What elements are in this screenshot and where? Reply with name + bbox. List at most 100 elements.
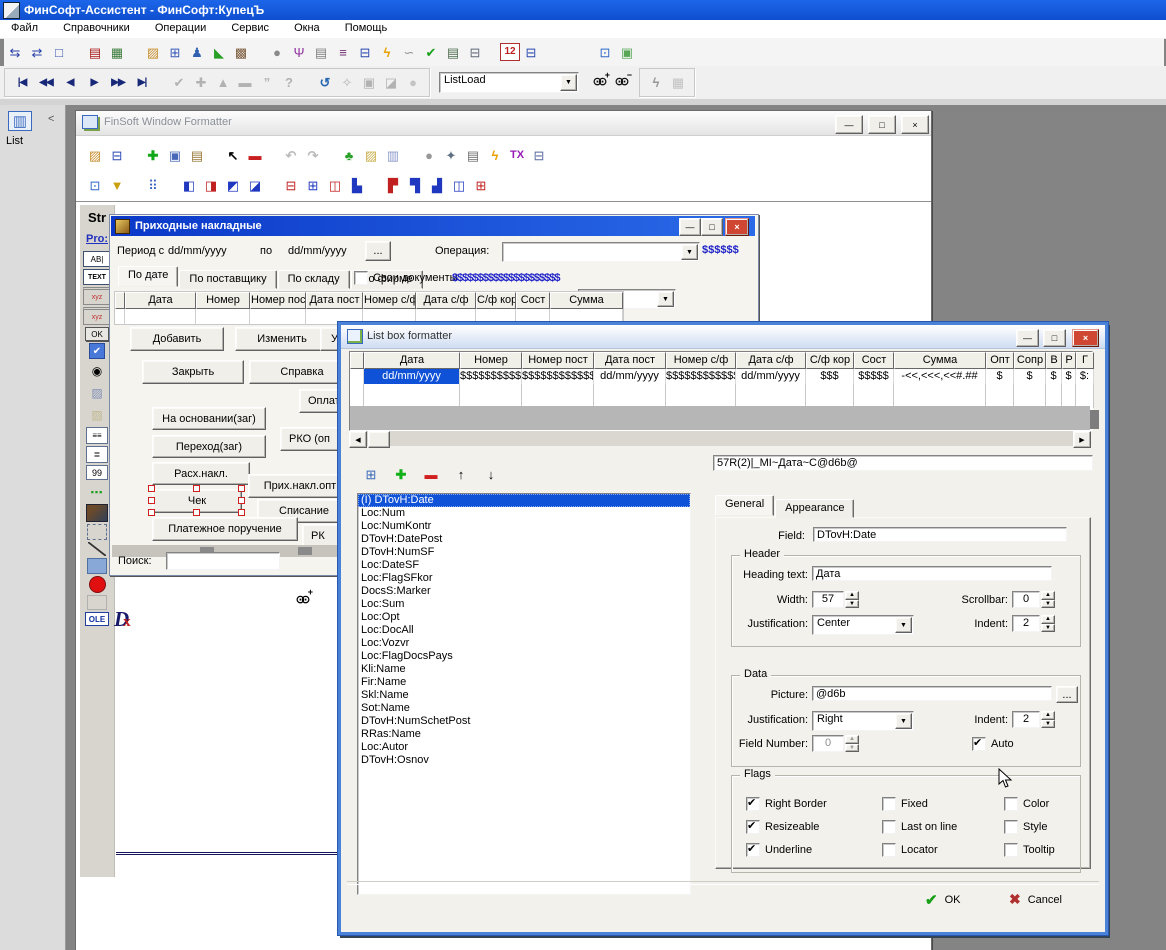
prih-column[interactable]: Номер с/ф — [363, 292, 416, 324]
nav-first-icon[interactable]: |◀ — [10, 72, 34, 94]
checkbox-box[interactable] — [746, 797, 760, 811]
na-osnovanii-button[interactable]: На основании(заг) — [152, 407, 266, 430]
checkbox-box[interactable] — [354, 271, 368, 285]
column-sample-value[interactable]: $$$ — [806, 369, 854, 384]
image-settings-icon[interactable]: ▣ — [616, 41, 638, 63]
prih-titlebar[interactable]: Приходные накладные — □ × — [111, 216, 755, 236]
column-sample-value[interactable] — [350, 369, 364, 384]
data-indent-value[interactable]: 2 — [1012, 711, 1040, 728]
center-vert-icon[interactable]: ⊟ — [280, 174, 302, 196]
space-horiz-icon[interactable]: ▙ — [346, 174, 368, 196]
field-list-item[interactable]: Loc:DocAll — [358, 624, 690, 637]
nav-next-icon[interactable]: ▶ — [82, 72, 106, 94]
column-header[interactable]: Номер пост — [250, 292, 306, 309]
field-list-item[interactable]: DTovH:DatePost — [358, 533, 690, 546]
rash-nakl-button[interactable]: Расх.накл. — [152, 462, 250, 485]
checkbox-box[interactable] — [882, 843, 896, 857]
size-height-icon[interactable]: ▜ — [404, 174, 426, 196]
selection-handle[interactable] — [238, 497, 245, 504]
column-header[interactable]: Опт — [986, 352, 1014, 369]
palette-folder-icon[interactable]: ▨ — [84, 405, 110, 425]
column-header[interactable] — [115, 292, 125, 309]
flag-checkbox[interactable]: Locator — [882, 838, 1004, 861]
platezhnoe-button[interactable]: Платежное поручение — [152, 517, 298, 541]
field-list-item[interactable]: DTovH:Osnov — [358, 754, 690, 767]
scroll-left-icon[interactable]: ◀ — [349, 431, 367, 448]
menu-windows[interactable]: Окна — [283, 20, 331, 36]
ellipse-icon[interactable]: ● — [402, 72, 424, 94]
dock-collapse-button[interactable]: < — [48, 113, 54, 125]
abacus-icon[interactable]: Ψ — [288, 41, 310, 63]
auto-checkbox[interactable]: Auto — [972, 737, 1014, 751]
palette-groupbox[interactable]: xyz — [83, 287, 111, 305]
menu-directories[interactable]: Справочники — [52, 20, 141, 36]
cursor-icon[interactable]: ↖ — [222, 144, 244, 166]
column-header[interactable]: Дата с/ф — [736, 352, 806, 369]
prih-column[interactable]: Номер — [196, 292, 250, 324]
column-header[interactable]: Сост — [854, 352, 894, 369]
grid-dots-icon[interactable]: ⠿ — [142, 174, 164, 196]
page-new-icon[interactable]: □ — [48, 41, 70, 63]
scroll-thumb[interactable] — [368, 431, 390, 448]
chevron-down-icon[interactable]: ▼ — [560, 74, 577, 91]
column-sample-value[interactable]: $ — [1046, 369, 1062, 384]
heading-text-input[interactable]: Дата — [812, 566, 1052, 581]
form-line-element[interactable] — [116, 852, 338, 855]
help-icon[interactable]: ? — [278, 72, 300, 94]
field-list-item[interactable]: Loc:FlagSFkor — [358, 572, 690, 585]
palette-button[interactable]: OK — [85, 327, 109, 341]
izmenit-button[interactable]: Изменить — [235, 327, 329, 351]
selection-handle[interactable] — [148, 497, 155, 504]
open-book-icon[interactable]: ≡ — [332, 41, 354, 63]
column-header[interactable]: Номер — [460, 352, 522, 369]
column-sample-value[interactable]: $: — [1076, 369, 1094, 384]
column-header[interactable]: Сопр — [1014, 352, 1046, 369]
palette-progress-icon[interactable]: ▪▪▪ — [84, 482, 110, 502]
palette-edit-field[interactable]: AB| — [83, 251, 111, 267]
columns-layout-icon[interactable]: ⊞ — [359, 463, 383, 485]
data-indent-spinner[interactable]: 2 ▲▼ — [1012, 711, 1055, 728]
tree-icon[interactable]: ♣ — [338, 144, 360, 166]
flash-find-icon[interactable]: ϟ — [645, 72, 667, 94]
edit-up-icon[interactable]: ▲ — [212, 72, 234, 94]
column-header[interactable] — [350, 352, 364, 369]
column-sample-value[interactable]: dd/mm/yyyy — [364, 369, 460, 384]
shrink-icon[interactable]: ⊞ — [470, 174, 492, 196]
column-sample-value[interactable]: $$$$$$$$$$$$ — [666, 369, 736, 384]
scroll-track[interactable] — [390, 431, 1073, 446]
field-list[interactable]: (I) DTovH:DateLoc:NumLoc:NumKontrDTovH:D… — [357, 493, 691, 895]
selection-handle[interactable] — [148, 485, 155, 492]
width-spinner[interactable]: 57 ▲▼ — [812, 591, 859, 608]
selection-handle[interactable] — [193, 509, 200, 516]
folder-icon[interactable]: ▨ — [360, 144, 382, 166]
field-list-item[interactable]: Loc:Vozvr — [358, 637, 690, 650]
column-sample-value[interactable]: $$$$$$$$$$$$ — [522, 369, 594, 384]
palette-spinner-icon[interactable]: 99 — [86, 465, 108, 480]
field-list-item[interactable]: Loc:Num — [358, 507, 690, 520]
column-sample-value[interactable]: dd/mm/yyyy — [594, 369, 666, 384]
chevron-down-icon[interactable]: ▼ — [895, 617, 912, 633]
document-bug-icon[interactable]: ▤ — [442, 41, 464, 63]
minimize-button[interactable]: — — [835, 115, 863, 134]
prih-column[interactable]: Дата — [125, 292, 196, 324]
note-icon[interactable]: ▤ — [310, 41, 332, 63]
find-plus-icon[interactable]: ⊙⊙+ — [587, 72, 609, 94]
formatter-titlebar[interactable]: FinSoft Window Formatter — □ × — [76, 111, 931, 136]
operation-combo[interactable]: ▼ — [502, 242, 700, 262]
calendar-12-icon[interactable]: 12 — [500, 43, 520, 61]
remove-field-icon[interactable]: ▬ — [419, 463, 443, 485]
nav-fast-next-icon[interactable]: ▶▶ — [106, 72, 130, 94]
add-icon[interactable]: ✚ — [142, 144, 164, 166]
picture-browse-button[interactable]: ... — [1056, 686, 1078, 703]
column-header[interactable]: Дата — [364, 352, 460, 369]
insert-icon[interactable]: ✚ — [190, 72, 212, 94]
flag-checkbox[interactable]: Underline — [746, 838, 882, 861]
dialog-titlebar[interactable]: List box formatter — □ × — [341, 325, 1105, 349]
column-header[interactable]: С/ф кор — [476, 292, 516, 309]
flag-checkbox[interactable]: Resizeable — [746, 815, 882, 838]
field-list-item[interactable]: Loc:DateSF — [358, 559, 690, 572]
column-header[interactable]: Номер с/ф — [666, 352, 736, 369]
nav-fast-prev-icon[interactable]: ◀◀ — [34, 72, 58, 94]
checkbox-box[interactable] — [746, 820, 760, 834]
prih-column[interactable]: Сумма — [550, 292, 623, 324]
